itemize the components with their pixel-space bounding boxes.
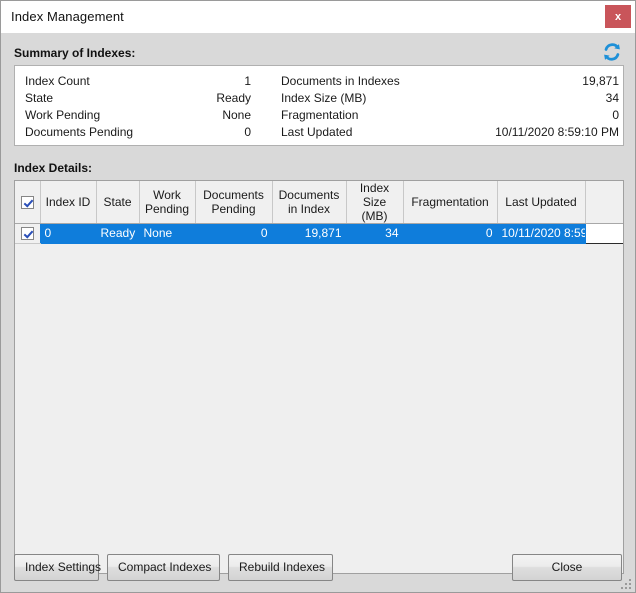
resize-grip-icon[interactable] bbox=[620, 578, 632, 590]
refresh-icon[interactable] bbox=[601, 41, 623, 63]
summary-value-last-updated: 10/11/2020 8:59:10 PM bbox=[495, 125, 619, 139]
index-details-grid[interactable]: Index ID State Work Pending Documents Pe… bbox=[14, 180, 624, 574]
column-header-work-pending[interactable]: Work Pending bbox=[139, 181, 196, 224]
summary-value-documents-in-indexes: 19,871 bbox=[582, 74, 619, 88]
select-all-header-cell[interactable] bbox=[15, 181, 41, 224]
cell-index-size-mb: 34 bbox=[346, 223, 404, 244]
compact-indexes-button[interactable]: Compact Indexes bbox=[107, 554, 220, 581]
summary-label-work-pending: Work Pending bbox=[25, 108, 101, 122]
summary-label-documents-in-indexes: Documents in Indexes bbox=[281, 74, 400, 88]
dialog-content: Summary of Indexes: Index Count 1 Docume… bbox=[1, 33, 635, 592]
summary-label-index-size: Index Size (MB) bbox=[281, 91, 367, 105]
table-row[interactable]: 0 Ready None 0 19,871 34 0 10/11/2020 8:… bbox=[15, 223, 623, 244]
summary-label-last-updated: Last Updated bbox=[281, 125, 353, 139]
summary-section-label: Summary of Indexes: bbox=[14, 46, 136, 60]
summary-label-documents-pending: Documents Pending bbox=[25, 125, 134, 139]
cell-index-id: 0 bbox=[40, 223, 97, 244]
index-settings-button[interactable]: Index Settings bbox=[14, 554, 101, 581]
index-management-window: Index Management x Summary of Indexes: I… bbox=[0, 0, 636, 593]
select-all-checkbox[interactable] bbox=[20, 196, 34, 210]
summary-spacer bbox=[251, 107, 281, 124]
cell-documents-pending: 0 bbox=[195, 223, 273, 244]
cell-fragmentation: 0 bbox=[403, 223, 498, 244]
summary-spacer bbox=[251, 124, 281, 141]
title-bar: Index Management x bbox=[1, 1, 635, 33]
column-header-fragmentation[interactable]: Fragmentation bbox=[403, 181, 498, 224]
summary-grid: Index Count 1 Documents in Indexes 19,87… bbox=[15, 71, 623, 141]
summary-label-fragmentation: Fragmentation bbox=[281, 108, 359, 122]
cell-filler bbox=[585, 223, 623, 244]
cell-work-pending: None bbox=[139, 223, 196, 244]
cell-documents-in-index: 19,871 bbox=[272, 223, 347, 244]
column-header-documents-in-index[interactable]: Documents in Index bbox=[272, 181, 347, 224]
dialog-footer: Index Settings Compact Indexes Rebuild I… bbox=[1, 544, 635, 592]
column-header-index-size-mb[interactable]: Index Size (MB) bbox=[346, 181, 404, 224]
summary-value-work-pending: None bbox=[222, 108, 251, 122]
summary-spacer bbox=[251, 73, 281, 90]
summary-of-indexes-panel: Index Count 1 Documents in Indexes 19,87… bbox=[14, 65, 624, 146]
window-title: Index Management bbox=[11, 9, 124, 24]
column-header-index-id[interactable]: Index ID bbox=[40, 181, 97, 224]
close-button[interactable]: Close bbox=[512, 554, 622, 581]
window-close-button[interactable]: x bbox=[605, 5, 631, 28]
column-header-documents-pending[interactable]: Documents Pending bbox=[195, 181, 273, 224]
rebuild-indexes-button[interactable]: Rebuild Indexes bbox=[228, 554, 333, 581]
details-section-label: Index Details: bbox=[14, 161, 93, 175]
summary-label-state: State bbox=[25, 91, 54, 105]
summary-spacer bbox=[251, 90, 281, 107]
summary-value-documents-pending: 0 bbox=[244, 125, 251, 139]
column-header-filler bbox=[585, 181, 623, 224]
summary-value-index-size: 34 bbox=[605, 91, 619, 105]
index-details-table: Index ID State Work Pending Documents Pe… bbox=[15, 181, 623, 244]
summary-label-index-count: Index Count bbox=[25, 74, 90, 88]
summary-value-index-count: 1 bbox=[244, 74, 251, 88]
row-checkbox[interactable] bbox=[20, 227, 34, 241]
cell-state: Ready bbox=[96, 223, 140, 244]
summary-value-fragmentation: 0 bbox=[612, 108, 619, 122]
summary-value-state: Ready bbox=[216, 91, 251, 105]
cell-last-updated: 10/11/2020 8:59:10 PM bbox=[497, 223, 586, 244]
row-select-cell[interactable] bbox=[15, 223, 41, 244]
column-header-state[interactable]: State bbox=[96, 181, 140, 224]
column-header-last-updated[interactable]: Last Updated bbox=[497, 181, 586, 224]
table-header-row: Index ID State Work Pending Documents Pe… bbox=[15, 181, 623, 224]
